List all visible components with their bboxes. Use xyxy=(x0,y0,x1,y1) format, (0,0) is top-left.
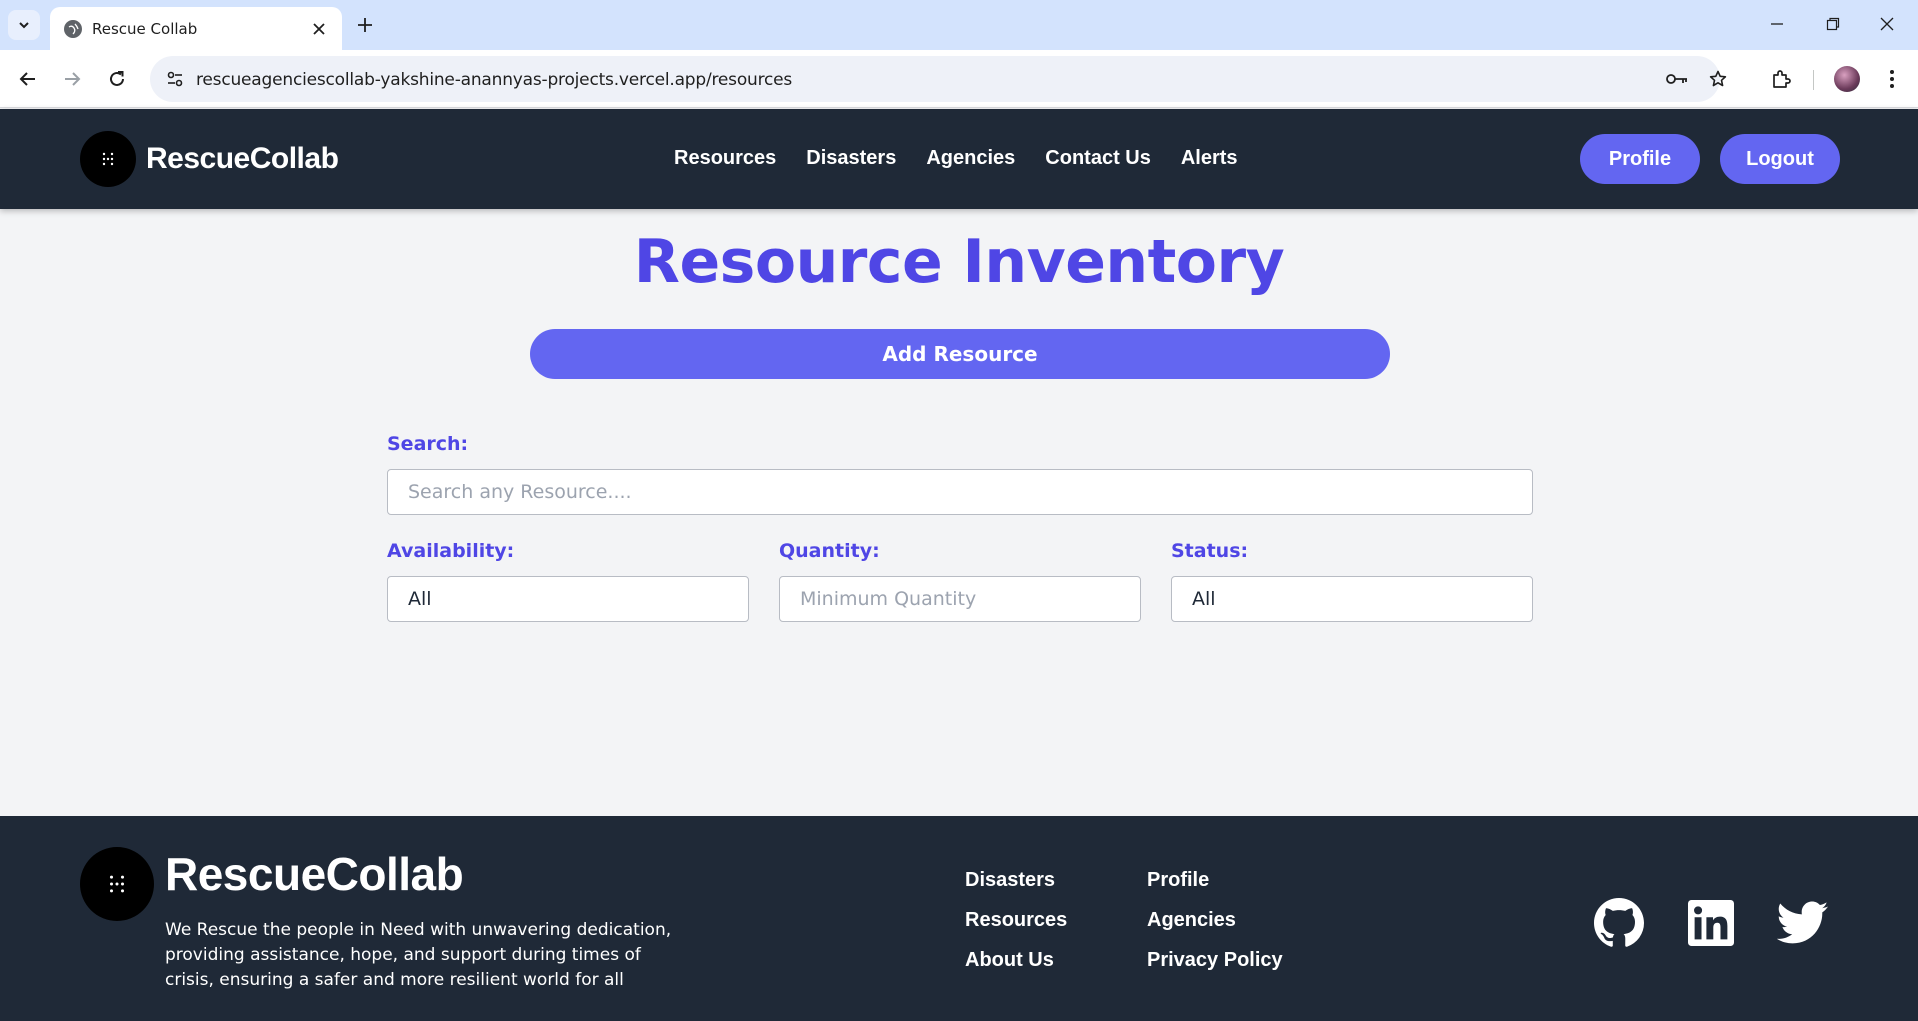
toolbar-divider xyxy=(1813,70,1814,90)
site-footer: RescueCollab We Rescue the people in Nee… xyxy=(0,816,1918,1021)
browser-menu-button[interactable] xyxy=(1876,63,1908,95)
more-vert-icon xyxy=(1890,70,1894,88)
availability-select[interactable]: All xyxy=(387,576,749,622)
profile-avatar[interactable] xyxy=(1831,63,1863,95)
search-label: Search: xyxy=(387,433,469,455)
dots-grid-icon xyxy=(102,152,114,166)
availability-label: Availability: xyxy=(387,540,515,562)
footer-link-agencies[interactable]: Agencies xyxy=(1147,908,1283,932)
arrow-right-icon xyxy=(65,72,81,86)
footer-links-col1: Disasters Resources About Us xyxy=(965,868,1067,972)
footer-link-resources[interactable]: Resources xyxy=(965,908,1067,932)
footer-link-about-us[interactable]: About Us xyxy=(965,948,1067,972)
chevron-down-icon xyxy=(19,22,29,29)
url-text[interactable]: rescueagenciescollab-yakshine-anannyas-p… xyxy=(196,70,792,90)
nav-disasters[interactable]: Disasters xyxy=(806,147,896,170)
avatar xyxy=(1834,66,1860,92)
twitter-icon[interactable] xyxy=(1775,895,1831,951)
github-icon[interactable] xyxy=(1591,895,1647,951)
dots-grid-icon xyxy=(109,875,125,893)
window-close-button[interactable] xyxy=(1864,8,1910,40)
footer-links-col2: Profile Agencies Privacy Policy xyxy=(1147,868,1283,972)
key-icon[interactable] xyxy=(1662,64,1692,94)
close-icon[interactable] xyxy=(308,18,330,40)
footer-link-disasters[interactable]: Disasters xyxy=(965,868,1067,892)
back-button[interactable] xyxy=(12,63,44,95)
tab-search-button[interactable] xyxy=(8,10,40,40)
browser-tab-active[interactable]: Rescue Collab xyxy=(50,7,342,50)
footer-link-privacy-policy[interactable]: Privacy Policy xyxy=(1147,948,1283,972)
plus-icon xyxy=(358,18,372,32)
status-select[interactable]: All xyxy=(1171,576,1533,622)
add-resource-button[interactable]: Add Resource xyxy=(530,329,1390,379)
reload-icon xyxy=(110,71,124,86)
restore-button[interactable] xyxy=(1810,8,1856,40)
footer-link-profile[interactable]: Profile xyxy=(1147,868,1283,892)
address-bar[interactable]: rescueagenciescollab-yakshine-anannyas-p… xyxy=(150,56,1727,102)
forward-button[interactable] xyxy=(56,63,88,95)
star-icon[interactable] xyxy=(1703,64,1733,94)
main-nav: Resources Disasters Agencies Contact Us … xyxy=(674,147,1238,170)
page-title: Resource Inventory xyxy=(633,227,1285,297)
extensions-icon[interactable] xyxy=(1765,63,1797,95)
quantity-label: Quantity: xyxy=(779,540,880,562)
nav-alerts[interactable]: Alerts xyxy=(1181,147,1238,170)
nav-contact-us[interactable]: Contact Us xyxy=(1045,147,1151,170)
profile-button[interactable]: Profile xyxy=(1580,134,1700,184)
new-tab-button[interactable] xyxy=(352,12,378,38)
browser-toolbar: rescueagenciescollab-yakshine-anannyas-p… xyxy=(0,50,1918,108)
browser-tab-strip: Rescue Collab xyxy=(0,0,1918,50)
nav-agencies[interactable]: Agencies xyxy=(926,147,1015,170)
logo[interactable] xyxy=(80,131,136,187)
brand-name[interactable]: RescueCollab xyxy=(146,142,339,176)
search-input[interactable]: Search any Resource.... xyxy=(387,469,1533,515)
footer-logo[interactable] xyxy=(80,847,154,921)
footer-brand-name: RescueCollab xyxy=(165,848,464,900)
site-info-icon[interactable] xyxy=(160,64,190,94)
site-header: RescueCollab Resources Disasters Agencie… xyxy=(0,109,1918,209)
close-icon xyxy=(1880,17,1894,31)
minimize-icon xyxy=(1771,23,1783,25)
logout-button[interactable]: Logout xyxy=(1720,134,1840,184)
minimize-button[interactable] xyxy=(1754,8,1800,40)
status-label: Status: xyxy=(1171,540,1249,562)
tab-title: Rescue Collab xyxy=(92,19,198,38)
restore-icon xyxy=(1826,17,1840,31)
linkedin-icon[interactable] xyxy=(1683,895,1739,951)
footer-description: We Rescue the people in Need with unwave… xyxy=(165,920,672,990)
nav-resources[interactable]: Resources xyxy=(674,147,776,170)
quantity-input[interactable]: Minimum Quantity xyxy=(779,576,1141,622)
globe-icon xyxy=(64,19,82,38)
arrow-left-icon xyxy=(19,72,35,86)
reload-button[interactable] xyxy=(101,63,133,95)
